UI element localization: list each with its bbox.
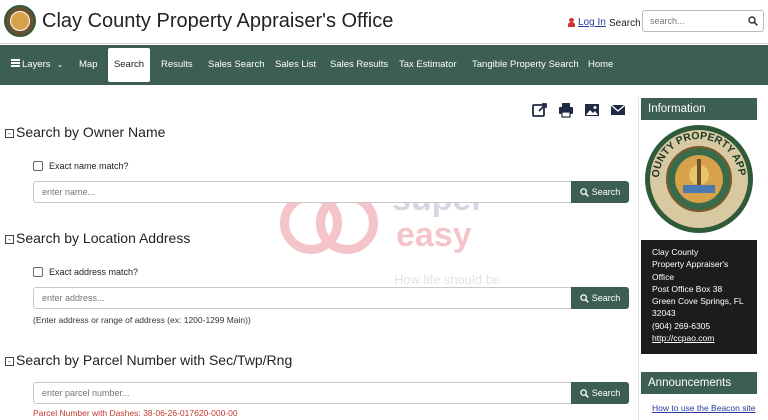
collapse-icon: - bbox=[5, 235, 14, 244]
owner-section-title[interactable]: - Search by Owner Name bbox=[5, 124, 165, 140]
address-line: Post Office Box 38 bbox=[652, 283, 723, 294]
search-icon[interactable] bbox=[748, 16, 758, 26]
page-tools bbox=[532, 102, 628, 120]
announcement-link[interactable]: How to use the Beacon site bbox=[652, 403, 755, 413]
county-seal: CLAY COUNTY PROPERTY APPRAISER bbox=[641, 120, 757, 238]
header-search-input[interactable] bbox=[643, 11, 743, 31]
owner-name-input[interactable] bbox=[33, 181, 571, 203]
address-section-title[interactable]: - Search by Location Address bbox=[5, 230, 190, 246]
address-line: Office bbox=[652, 271, 675, 282]
header-search-label: Search bbox=[609, 18, 641, 29]
seal-icon: CLAY COUNTY PROPERTY APPRAISER bbox=[643, 123, 753, 233]
share-icon[interactable] bbox=[532, 102, 548, 118]
sidebar-divider bbox=[638, 97, 639, 420]
search-icon bbox=[580, 187, 589, 197]
login-label: Log In bbox=[578, 17, 606, 28]
address-exact-checkbox[interactable] bbox=[33, 267, 43, 277]
chevron-down-icon: ⌄ bbox=[56, 60, 64, 69]
search-icon bbox=[580, 293, 589, 303]
owner-search-row: Search bbox=[33, 181, 629, 203]
nav-map[interactable]: Map bbox=[79, 45, 97, 85]
print-icon[interactable] bbox=[558, 102, 574, 118]
search-icon bbox=[580, 388, 589, 398]
site-header: Clay County Property Appraiser's Office … bbox=[0, 0, 768, 44]
user-icon bbox=[568, 18, 575, 27]
email-icon[interactable] bbox=[610, 102, 626, 118]
login-link[interactable]: Log In bbox=[568, 17, 606, 28]
nav-sales-list[interactable]: Sales List bbox=[275, 45, 316, 85]
office-contact-info: Clay County Property Appraiser's Office … bbox=[641, 240, 757, 354]
image-icon[interactable] bbox=[584, 102, 600, 118]
address-hint: (Enter address or range of address (ex: … bbox=[33, 315, 251, 325]
nav-results[interactable]: Results bbox=[161, 45, 193, 85]
county-logo[interactable] bbox=[4, 5, 36, 37]
parcel-number-input[interactable] bbox=[33, 382, 571, 404]
owner-exact-checkbox[interactable] bbox=[33, 161, 43, 171]
parcel-hint: Parcel Number with Dashes: 38-06-26-0176… bbox=[33, 408, 238, 418]
announcements-heading: Announcements bbox=[641, 372, 757, 394]
nav-tax-estimator[interactable]: Tax Estimator bbox=[399, 45, 457, 85]
main-nav: Layers ⌄ Map Search Results Sales Search … bbox=[0, 45, 768, 85]
parcel-search-row: Search bbox=[33, 382, 629, 404]
site-title[interactable]: Clay County Property Appraiser's Office bbox=[42, 10, 393, 33]
nav-tangible-property-search[interactable]: Tangible Property Search bbox=[472, 45, 579, 85]
collapse-icon: - bbox=[5, 357, 14, 366]
header-search-box bbox=[642, 10, 764, 32]
address-search-row: Search bbox=[33, 287, 629, 309]
information-heading: Information bbox=[641, 98, 757, 120]
nav-sales-results[interactable]: Sales Results bbox=[330, 45, 388, 85]
nav-layers[interactable]: Layers ⌄ bbox=[11, 45, 63, 85]
owner-search-button[interactable]: Search bbox=[571, 181, 629, 203]
address-search-button[interactable]: Search bbox=[571, 287, 629, 309]
address-line: 32043 bbox=[652, 308, 676, 319]
phone-number: (904) 269-6305 bbox=[652, 320, 711, 331]
address-input[interactable] bbox=[33, 287, 571, 309]
website-link[interactable]: http://ccpao.com bbox=[652, 332, 757, 344]
watermark-word-easy: easy bbox=[396, 216, 472, 254]
address-line: Clay County bbox=[652, 247, 699, 257]
parcel-search-button[interactable]: Search bbox=[571, 382, 629, 404]
owner-exact-match[interactable]: Exact name match? bbox=[33, 161, 129, 171]
nav-sales-search[interactable]: Sales Search bbox=[208, 45, 265, 85]
nav-home[interactable]: Home bbox=[588, 45, 613, 85]
address-exact-match[interactable]: Exact address match? bbox=[33, 267, 138, 277]
nav-search[interactable]: Search bbox=[108, 48, 150, 82]
watermark-tagline: How life should be bbox=[394, 272, 501, 287]
parcel-section-title[interactable]: - Search by Parcel Number with Sec/Twp/Rn… bbox=[5, 352, 292, 368]
collapse-icon: - bbox=[5, 129, 14, 138]
address-line: Property Appraiser's bbox=[652, 259, 729, 270]
address-line: Green Cove Springs, FL bbox=[652, 296, 744, 307]
layers-icon bbox=[11, 59, 20, 68]
